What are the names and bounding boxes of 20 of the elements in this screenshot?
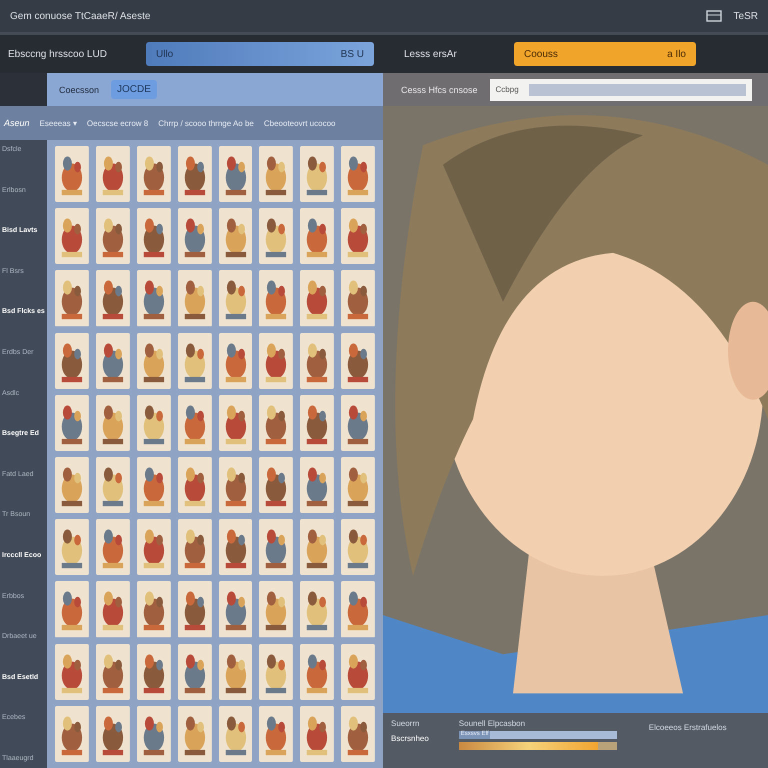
options-label: Cesss Hfcs cnsose bbox=[401, 84, 478, 94]
header-label: TeSR bbox=[734, 10, 758, 22]
column-header[interactable]: Eseeeas ▾ bbox=[40, 118, 77, 128]
option-button[interactable]: JOCDE bbox=[111, 80, 157, 99]
column-header[interactable]: Chrrp / scooo thrnge Ao be bbox=[158, 118, 254, 128]
status-label: Sueorrn bbox=[391, 719, 420, 728]
column-header[interactable]: Oecscse ecrow 8 bbox=[86, 118, 148, 128]
input-field[interactable]: Ccbpg bbox=[490, 78, 752, 100]
options-label: Coecsson bbox=[59, 84, 100, 94]
window-title: Gem conuose TtCaaeR/ Aseste bbox=[10, 10, 150, 22]
sidebar-header: Aseun bbox=[4, 118, 30, 128]
status-label: Elcoeeos Erstrafuelos bbox=[648, 723, 727, 732]
input-field[interactable]: Ullo BS U bbox=[146, 42, 374, 66]
status-label: Sounell Elpcasbon bbox=[458, 719, 526, 728]
filter-label: Ebsccng hrsscoo LUD bbox=[8, 48, 108, 60]
filter-label: Lesss ersAr bbox=[404, 48, 458, 60]
status-label: Bscrsnheo bbox=[391, 734, 429, 743]
window-icon[interactable] bbox=[706, 10, 722, 22]
dropdown-field[interactable]: Coouss a Ilo bbox=[514, 42, 696, 66]
column-header[interactable]: Cbeooteovrt ucocoo bbox=[264, 118, 336, 128]
